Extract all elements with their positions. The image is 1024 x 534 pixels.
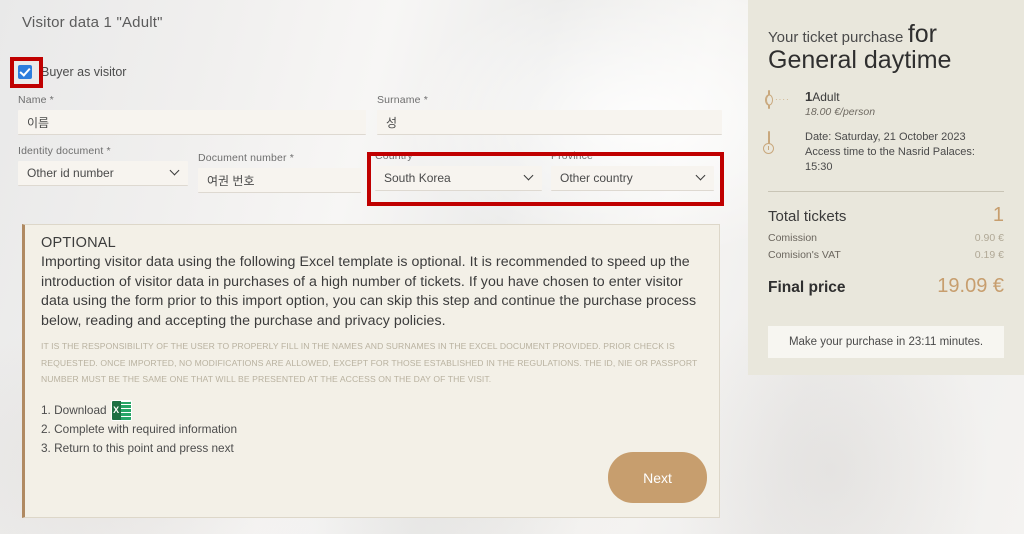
field-province: Province * Other country: [551, 150, 714, 191]
sidebar-date-info: Date: Saturday, 21 October 2023 Access t…: [805, 130, 1004, 175]
input-name[interactable]: 이름: [18, 110, 366, 135]
label-name: Name *: [18, 94, 54, 106]
optional-heading: OPTIONAL: [41, 235, 116, 251]
sidebar-access-line: Access time to the Nasrid Palaces: 15:30: [805, 146, 975, 173]
input-surname[interactable]: 성: [377, 110, 722, 135]
optional-body-text: Importing visitor data using the followi…: [41, 254, 697, 329]
sidebar-ticket-row: ···· 1Adult 18.00 €/person: [768, 89, 1004, 118]
sidebar-date-row: Date: Saturday, 21 October 2023 Access t…: [763, 130, 1004, 175]
optional-step-1: 1. Download X: [41, 400, 719, 420]
select-identity-document[interactable]: Other id number: [18, 161, 188, 186]
sidebar-ticket-qty-line: 1Adult: [805, 89, 875, 104]
label-document-number: Document number *: [198, 152, 294, 164]
next-button[interactable]: Next: [608, 452, 707, 503]
visitor-form-column: Visitor data 1 "Adult" Buyer as visitor …: [0, 0, 745, 534]
input-document-number[interactable]: 여권 번호: [198, 168, 361, 193]
sidebar-headline: Your ticket purchase for General daytime: [768, 20, 1004, 74]
chevron-down-icon: [697, 172, 706, 181]
sidebar-divider: [768, 191, 1004, 192]
optional-step-2-label: 2. Complete with required information: [41, 421, 238, 436]
sidebar-final-price-row: Final price 19.09 €: [768, 275, 1004, 298]
sidebar-ticket-info: 1Adult 18.00 €/person: [805, 89, 875, 118]
sidebar-commission-row: Comission 0.90 €: [768, 232, 1004, 244]
optional-step-3-label: 3. Return to this point and press next: [41, 440, 234, 455]
label-country: Country *: [375, 150, 421, 162]
sidebar-commission-label: Comission: [768, 232, 818, 244]
ticket-icon: ····: [768, 90, 794, 113]
label-province: Province *: [551, 150, 601, 162]
optional-step-3: 3. Return to this point and press next: [41, 439, 719, 458]
ticket-icon-dots: ····: [775, 94, 790, 104]
purchase-timer-banner: Make your purchase in 23:11 minutes.: [768, 326, 1004, 358]
sidebar-headline-small: Your ticket purchase: [768, 29, 904, 46]
page-root: Visitor data 1 "Adult" Buyer as visitor …: [0, 0, 1024, 534]
sidebar-commission-vat-row: Comision's VAT 0.19 €: [768, 249, 1004, 261]
field-identity-document: Identity document * Other id number: [18, 145, 188, 186]
calendar-clock-icon: [763, 131, 794, 154]
sidebar-final-price-label: Final price: [768, 279, 846, 296]
excel-icon-letter: X: [111, 400, 121, 420]
select-country[interactable]: South Korea: [375, 166, 542, 191]
sidebar-total-tickets-row: Total tickets 1: [768, 204, 1004, 227]
ticket-summary-sidebar: Your ticket purchase for General daytime…: [748, 0, 1024, 375]
sidebar-commission-vat-value: 0.19 €: [974, 249, 1004, 261]
field-document-number: Document number * 여권 번호: [198, 152, 361, 193]
sidebar-date-line: Date: Saturday, 21 October 2023: [805, 131, 966, 143]
optional-import-panel: OPTIONAL Importing visitor data using th…: [22, 224, 720, 518]
optional-step-1-label: 1. Download: [41, 402, 107, 417]
excel-icon-grid: [120, 400, 131, 420]
field-name: Name * 이름: [18, 94, 366, 135]
select-province-value: Other country: [560, 171, 633, 185]
buyer-as-visitor-label: Buyer as visitor: [41, 65, 127, 79]
optional-step-2: 2. Complete with required information: [41, 420, 719, 439]
select-identity-document-value: Other id number: [27, 166, 114, 180]
sidebar-final-price-value: 19.09 €: [937, 275, 1004, 297]
sidebar-ticket-type: Adult: [812, 90, 840, 104]
excel-file-icon[interactable]: X: [111, 400, 131, 420]
sidebar-price-per-person: 18.00 €/person: [805, 106, 876, 118]
page-title: Visitor data 1 "Adult": [22, 14, 163, 31]
field-surname: Surname * 성: [377, 94, 722, 135]
select-country-value: South Korea: [384, 171, 451, 185]
select-province[interactable]: Other country: [551, 166, 714, 191]
label-surname: Surname *: [377, 94, 428, 106]
optional-fine-print: IT IS THE RESPONSIBILITY OF THE USER TO …: [41, 341, 698, 385]
sidebar-commission-vat-label: Comision's VAT: [768, 249, 841, 261]
sidebar-commission-value: 0.90 €: [974, 232, 1004, 244]
optional-steps-list: 1. Download X 2. Complete with required …: [41, 400, 719, 458]
label-identity-document: Identity document *: [18, 145, 111, 157]
field-country: Country * South Korea: [375, 150, 542, 191]
buyer-as-visitor-row[interactable]: Buyer as visitor: [18, 65, 126, 79]
sidebar-total-tickets-value: 1: [992, 204, 1004, 226]
sidebar-headline-for: for: [907, 20, 937, 48]
sidebar-total-tickets-label: Total tickets: [768, 208, 847, 225]
sidebar-headline-big: General daytime: [768, 45, 952, 74]
chevron-down-icon: [525, 172, 534, 181]
chevron-down-icon: [171, 167, 180, 176]
buyer-as-visitor-checkbox[interactable]: [18, 65, 32, 79]
